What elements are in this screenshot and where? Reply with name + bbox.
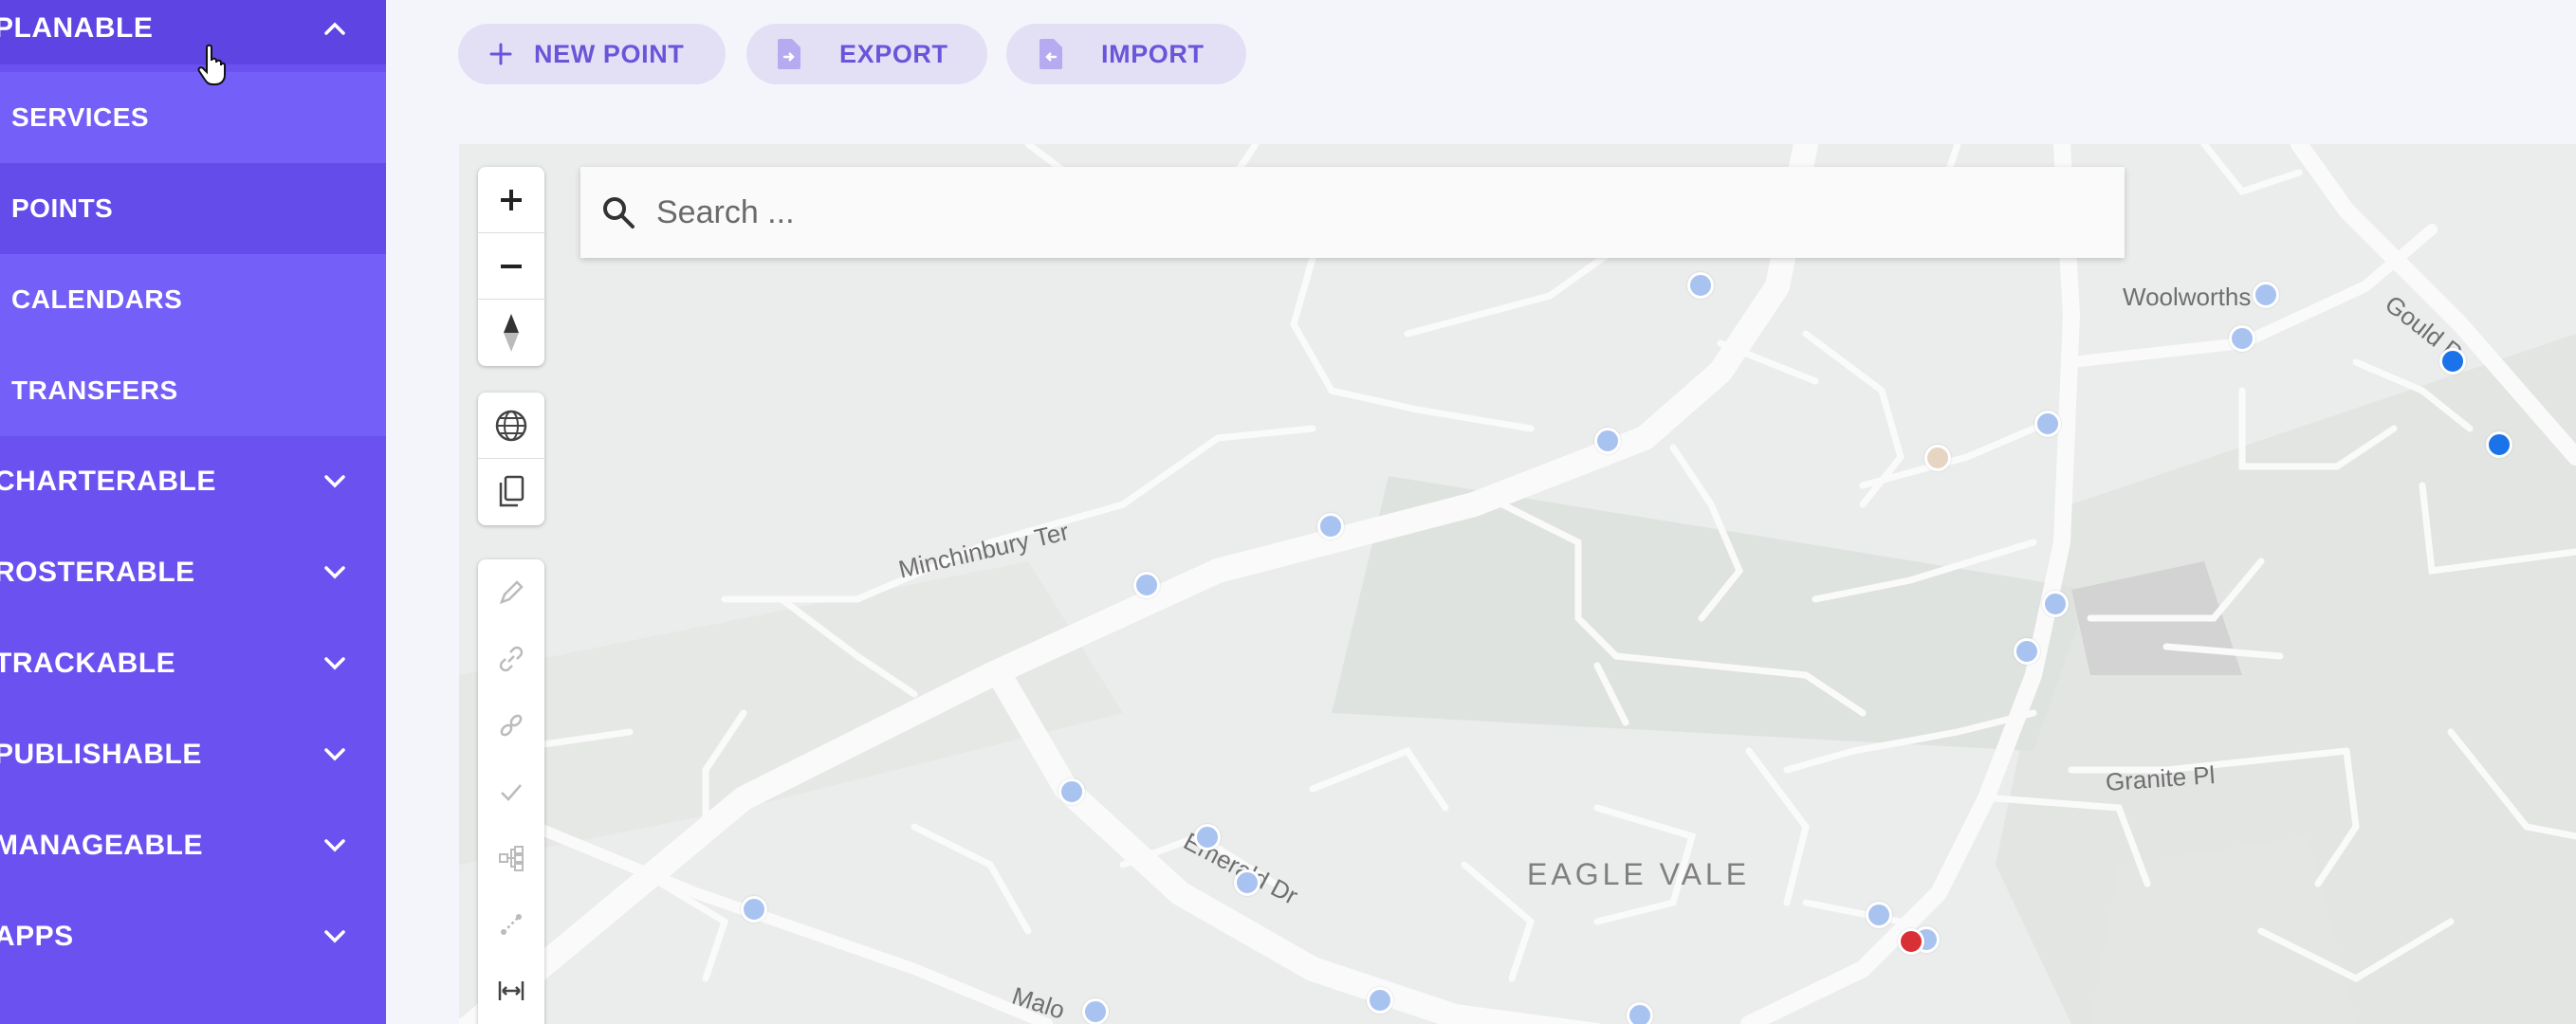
draw-pencil-button[interactable] xyxy=(478,559,544,626)
plus-icon xyxy=(501,189,522,210)
sidebar-section-label: ROSTERABLE xyxy=(0,557,195,588)
map-point-pin[interactable] xyxy=(2034,411,2061,437)
chevron-up-icon xyxy=(322,15,348,42)
map-search-bar xyxy=(580,167,2125,258)
link-button[interactable] xyxy=(478,626,544,692)
chevron-down-icon xyxy=(322,468,348,495)
new-point-label: NEW POINT xyxy=(534,39,685,68)
new-point-button[interactable]: NEW POINT xyxy=(458,24,726,84)
map-point-pin-alert[interactable] xyxy=(1898,928,1924,955)
ruler-icon xyxy=(498,981,524,1000)
sidebar-section-publishable[interactable]: PUBLISHABLE xyxy=(0,719,386,791)
minus-icon xyxy=(501,264,522,268)
sidebar-item-label: CALENDARS xyxy=(11,284,183,314)
chain-icon xyxy=(500,714,523,737)
suburb-label: EAGLE VALE xyxy=(1527,857,1751,891)
map-point-pin[interactable] xyxy=(2253,282,2279,308)
chevron-down-icon xyxy=(322,923,348,950)
map-point-pin[interactable] xyxy=(2229,325,2255,352)
map-point-pin[interactable] xyxy=(1133,572,1160,598)
map-point-pin[interactable] xyxy=(1687,272,1714,299)
pencil-icon xyxy=(499,580,524,605)
map-point-pin[interactable] xyxy=(1058,778,1085,805)
measure-button[interactable] xyxy=(478,958,544,1024)
map-point-pin-selected[interactable] xyxy=(2439,348,2466,375)
confirm-button[interactable] xyxy=(478,759,544,825)
sidebar-section-label: PLANABLE xyxy=(0,12,154,44)
file-import-icon xyxy=(1037,38,1065,70)
map-base-layer xyxy=(459,144,2576,1024)
unlink-button[interactable] xyxy=(478,692,544,759)
zoom-in-button[interactable] xyxy=(478,167,544,233)
sidebar-item-points[interactable]: POINTS xyxy=(0,163,386,254)
map-point-pin[interactable] xyxy=(741,896,767,923)
link-icon xyxy=(499,646,524,672)
sidebar-section-manageable[interactable]: MANAGEABLE xyxy=(0,810,386,882)
app-window: PLANABLE SERVICES POINTS CALENDARS TRANS… xyxy=(0,0,2576,1024)
chevron-down-icon xyxy=(322,741,348,768)
copy-layer-button[interactable] xyxy=(478,459,544,525)
globe-icon xyxy=(495,410,527,441)
map-point-pin[interactable] xyxy=(2042,591,2069,617)
map-point-pin[interactable] xyxy=(1317,513,1344,539)
tree-button[interactable] xyxy=(478,825,544,891)
hand-cursor-icon xyxy=(197,44,226,85)
sidebar-section-apps[interactable]: APPS xyxy=(0,901,386,973)
layer-control-group xyxy=(478,393,544,525)
sidebar-section-label: APPS xyxy=(0,921,74,952)
sidebar: PLANABLE SERVICES POINTS CALENDARS TRANS… xyxy=(0,0,386,1024)
draw-toolbar xyxy=(478,559,544,1024)
sidebar-item-transfers[interactable]: TRANSFERS xyxy=(0,345,386,436)
sidebar-section-label: TRACKABLE xyxy=(0,648,176,679)
sidebar-section-label: PUBLISHABLE xyxy=(0,739,202,770)
search-icon xyxy=(599,193,637,231)
sidebar-item-label: POINTS xyxy=(11,193,114,223)
compass-button[interactable] xyxy=(478,300,544,366)
plus-icon xyxy=(487,38,515,70)
chevron-down-icon xyxy=(322,832,348,859)
sidebar-section-planable[interactable]: PLANABLE xyxy=(0,0,386,64)
sidebar-section-trackable[interactable]: TRACKABLE xyxy=(0,628,386,700)
export-label: EXPORT xyxy=(839,39,948,68)
sidebar-section-charterable[interactable]: CHARTERABLE xyxy=(0,446,386,518)
route-icon xyxy=(501,914,522,935)
map-point-pin[interactable] xyxy=(1194,824,1221,850)
copy-icon xyxy=(499,475,524,507)
map-point-pin[interactable] xyxy=(1866,902,1892,928)
poi-label: Woolworths xyxy=(2123,283,2252,311)
map-point-pin[interactable] xyxy=(1594,428,1621,454)
import-label: IMPORT xyxy=(1101,39,1205,68)
sidebar-item-label: SERVICES xyxy=(11,102,150,132)
chevron-down-icon xyxy=(322,559,348,586)
sidebar-section-rosterable[interactable]: ROSTERABLE xyxy=(0,537,386,609)
export-button[interactable]: EXPORT xyxy=(746,24,987,84)
zoom-out-button[interactable] xyxy=(478,233,544,300)
map-point-pin[interactable] xyxy=(1627,1002,1653,1024)
zoom-control-group xyxy=(478,167,544,366)
map-point-pin[interactable] xyxy=(1082,998,1109,1024)
compass-icon xyxy=(504,314,519,352)
map-point-pin[interactable] xyxy=(1234,869,1260,896)
globe-button[interactable] xyxy=(478,393,544,459)
file-export-icon xyxy=(775,38,803,70)
map-point-pin[interactable] xyxy=(1924,445,1951,471)
map-canvas[interactable]: Minchinbury Ter Woolworths Gould P Grani… xyxy=(459,144,2576,1024)
map-point-pin-selected[interactable] xyxy=(2486,431,2512,458)
import-button[interactable]: IMPORT xyxy=(1006,24,1246,84)
route-button[interactable] xyxy=(478,891,544,958)
map-point-pin[interactable] xyxy=(2014,638,2040,665)
sidebar-item-services[interactable]: SERVICES xyxy=(0,72,386,163)
sidebar-section-label: MANAGEABLE xyxy=(0,830,203,861)
chevron-down-icon xyxy=(322,650,348,677)
sidebar-item-calendars[interactable]: CALENDARS xyxy=(0,254,386,345)
sidebar-section-label: CHARTERABLE xyxy=(0,466,216,497)
map-point-pin[interactable] xyxy=(1367,987,1393,1014)
sidebar-item-label: TRANSFERS xyxy=(11,375,178,405)
check-icon xyxy=(501,784,522,801)
hierarchy-icon xyxy=(499,846,524,871)
search-input[interactable] xyxy=(656,193,1984,231)
